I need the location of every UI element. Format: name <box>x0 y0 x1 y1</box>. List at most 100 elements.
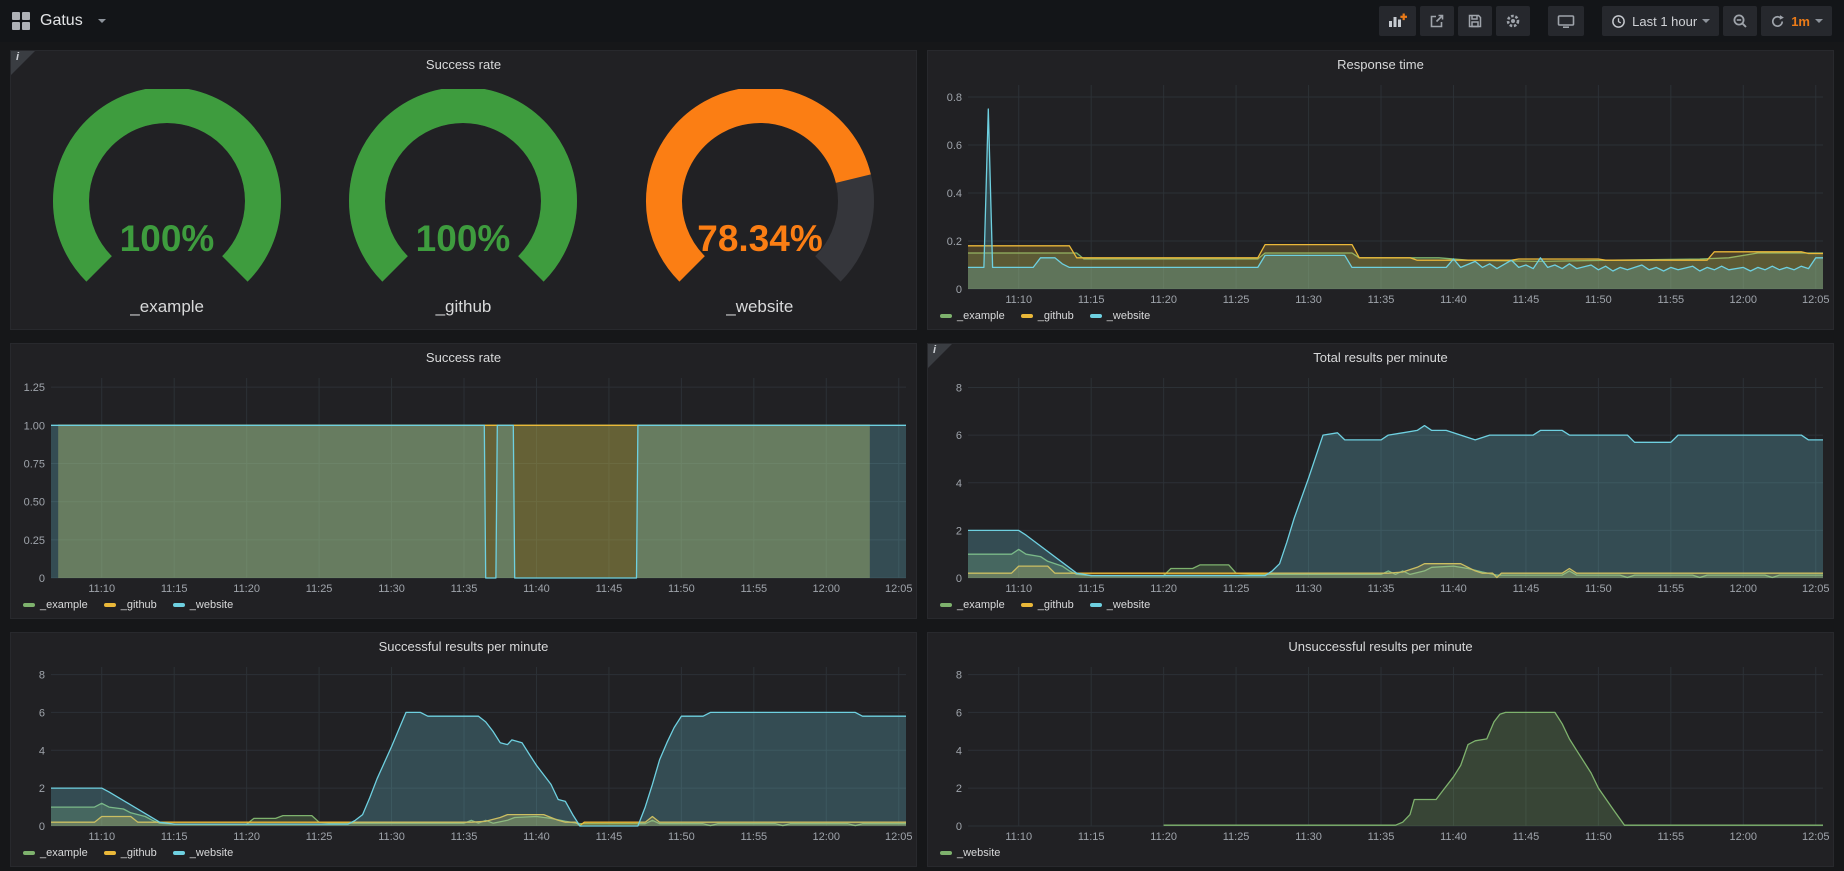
successful-results-chart[interactable]: 11:1011:1511:2011:2511:3011:3511:4011:45… <box>11 659 916 844</box>
panel-header[interactable]: Unsuccessful results per minute <box>928 633 1833 659</box>
svg-text:6: 6 <box>39 707 45 719</box>
panel-info-icon[interactable] <box>928 344 952 368</box>
legend-series-label: _example <box>40 847 88 859</box>
top-navbar: Gatus <box>0 0 1844 42</box>
refresh-picker[interactable]: 1m <box>1761 6 1832 36</box>
legend-series-marker-icon <box>1090 314 1102 318</box>
total-results-chart[interactable]: 11:1011:1511:2011:2511:3011:3511:4011:45… <box>928 370 1833 596</box>
svg-text:2: 2 <box>956 525 962 537</box>
gauge-github: 100% _github <box>332 89 594 317</box>
svg-text:4: 4 <box>39 745 45 757</box>
panel-success-rate-gauges: Success rate 100% _example 100% _github … <box>10 50 917 330</box>
svg-text:11:20: 11:20 <box>233 583 260 595</box>
dashboard-menu[interactable]: Gatus <box>12 12 106 30</box>
legend-series-marker-icon <box>23 603 35 607</box>
gear-icon <box>1505 13 1521 29</box>
legend-series-marker-icon <box>940 314 952 318</box>
svg-text:11:50: 11:50 <box>668 831 695 843</box>
svg-text:0: 0 <box>956 284 962 296</box>
svg-text:11:45: 11:45 <box>596 583 623 595</box>
legend-item[interactable]: _website <box>940 847 1000 859</box>
legend-item[interactable]: _github <box>104 847 157 859</box>
svg-text:11:30: 11:30 <box>1295 831 1322 843</box>
legend-series-label: _example <box>957 599 1005 611</box>
svg-text:11:10: 11:10 <box>88 831 115 843</box>
panel-successful-results: Successful results per minute 11:10 11:15… <box>10 632 917 867</box>
svg-text:11:45: 11:45 <box>1513 831 1540 843</box>
gauge-label: _example <box>130 297 204 317</box>
legend-series-label: _website <box>957 847 1000 859</box>
chart-legend: _example _github _website <box>11 844 916 866</box>
svg-text:12:05: 12:05 <box>1802 583 1830 595</box>
panel-header[interactable]: Successful results per minute <box>11 633 916 659</box>
legend-item[interactable]: _example <box>940 310 1005 322</box>
svg-text:11:25: 11:25 <box>306 583 333 595</box>
svg-text:12:00: 12:00 <box>1730 583 1758 595</box>
svg-text:8: 8 <box>956 670 962 682</box>
dashboard-title: Gatus <box>40 12 83 30</box>
panel-header[interactable]: Response time <box>928 51 1833 77</box>
panel-title: Successful results per minute <box>379 639 549 654</box>
svg-text:100%: 100% <box>416 218 511 259</box>
panel-title: Total results per minute <box>1313 350 1447 365</box>
time-range-picker[interactable]: Last 1 hour <box>1602 6 1719 36</box>
svg-text:0.50: 0.50 <box>24 497 45 509</box>
gauge-label: _github <box>436 297 492 317</box>
svg-text:11:50: 11:50 <box>1585 583 1612 595</box>
legend-series-marker-icon <box>23 851 35 855</box>
chart-legend: _example _github _website <box>928 596 1833 618</box>
add-panel-icon <box>1388 13 1407 29</box>
legend-series-label: _github <box>121 847 157 859</box>
svg-text:0: 0 <box>956 573 962 585</box>
panel-header[interactable]: Total results per minute <box>928 344 1833 370</box>
svg-text:11:50: 11:50 <box>1585 831 1612 843</box>
zoom-out-button[interactable] <box>1723 6 1757 36</box>
svg-text:100%: 100% <box>120 218 215 259</box>
unsuccessful-results-chart[interactable]: 11:1011:1511:2011:2511:3011:3511:4011:45… <box>928 659 1833 844</box>
tv-mode-button[interactable] <box>1548 6 1584 36</box>
svg-text:4: 4 <box>956 478 962 490</box>
svg-text:12:00: 12:00 <box>813 831 841 843</box>
legend-item[interactable]: _github <box>104 599 157 611</box>
legend-series-label: _github <box>1038 310 1074 322</box>
svg-text:12:05: 12:05 <box>1802 294 1830 306</box>
legend-item[interactable]: _github <box>1021 599 1074 611</box>
svg-text:11:10: 11:10 <box>1005 294 1032 306</box>
svg-text:4: 4 <box>956 745 962 757</box>
success-rate-chart[interactable]: 11:1011:1511:2011:2511:3011:3511:4011:45… <box>11 370 916 596</box>
response-time-chart[interactable]: 11:1011:1511:2011:2511:3011:3511:4011:45… <box>928 77 1833 307</box>
time-range-label: Last 1 hour <box>1632 14 1697 29</box>
panel-header[interactable]: Success rate <box>11 51 916 77</box>
svg-text:11:35: 11:35 <box>1368 831 1395 843</box>
gauge-label: _website <box>726 297 793 317</box>
legend-item[interactable]: _github <box>1021 310 1074 322</box>
svg-text:12:00: 12:00 <box>1730 294 1758 306</box>
legend-item[interactable]: _website <box>1090 310 1150 322</box>
legend-item[interactable]: _example <box>23 847 88 859</box>
panel-header[interactable]: Success rate <box>11 344 916 370</box>
panel-info-icon[interactable] <box>11 51 35 75</box>
svg-text:11:55: 11:55 <box>1657 831 1684 843</box>
legend-item[interactable]: _example <box>23 599 88 611</box>
refresh-icon <box>1770 14 1785 29</box>
svg-text:11:10: 11:10 <box>1005 583 1032 595</box>
legend-series-marker-icon <box>104 851 116 855</box>
svg-text:11:20: 11:20 <box>1150 831 1177 843</box>
legend-item[interactable]: _website <box>173 599 233 611</box>
legend-item[interactable]: _website <box>1090 599 1150 611</box>
legend-item[interactable]: _example <box>940 599 1005 611</box>
svg-text:12:05: 12:05 <box>885 831 913 843</box>
svg-text:0: 0 <box>956 821 962 833</box>
share-button[interactable] <box>1420 6 1454 36</box>
legend-item[interactable]: _website <box>173 847 233 859</box>
clock-icon <box>1611 14 1626 29</box>
svg-text:0: 0 <box>39 573 45 585</box>
svg-text:11:55: 11:55 <box>740 831 767 843</box>
settings-button[interactable] <box>1496 6 1530 36</box>
add-panel-button[interactable] <box>1379 6 1416 36</box>
svg-text:11:15: 11:15 <box>161 831 188 843</box>
svg-text:1.00: 1.00 <box>24 420 45 432</box>
save-button[interactable] <box>1458 6 1492 36</box>
svg-text:11:45: 11:45 <box>1513 294 1540 306</box>
svg-text:8: 8 <box>39 670 45 682</box>
